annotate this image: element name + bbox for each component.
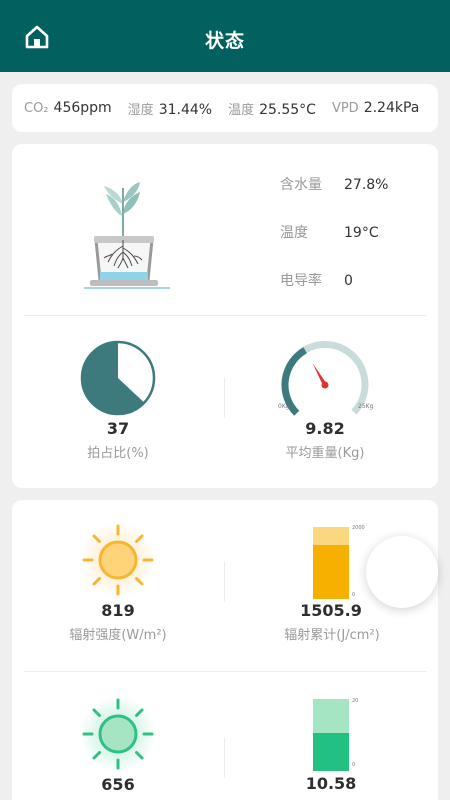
soil-ec-row: 电导率 0 xyxy=(280,270,353,290)
stat-co2: CO₂ 456ppm xyxy=(24,100,112,116)
divider xyxy=(224,562,225,602)
soil-moisture-row: 含水量 27.8% xyxy=(280,174,388,194)
stat-value: 31.44% xyxy=(158,101,213,118)
weight-gauge: 0Kg 25Kg xyxy=(278,340,374,416)
soil-ec-value: 0 xyxy=(344,273,353,289)
sun-icon xyxy=(80,522,156,598)
weight-value: 9.82 xyxy=(305,419,345,438)
soil-temperature-label: 温度 xyxy=(280,225,308,241)
bar-max-label: 2000 xyxy=(352,525,365,531)
soil-temperature-row: 温度 19°C xyxy=(280,222,379,242)
radiation-value: 819 xyxy=(101,601,135,620)
radiation-total-bar xyxy=(313,527,349,599)
par-total-value: 10.58 xyxy=(305,774,357,793)
radiation-card: 819 辐射强度(W/m²) 2000 0 1505.9 辐射累计(J/cm²) xyxy=(12,500,438,800)
gauge-min-label: 0Kg xyxy=(278,403,290,410)
page-title: 状态 xyxy=(204,30,245,52)
floating-action-button[interactable] xyxy=(366,536,438,608)
soil-moisture-value: 27.8% xyxy=(344,177,389,193)
soil-moisture-label: 含水量 xyxy=(280,177,322,193)
divider xyxy=(224,378,225,418)
par-total-bar-fill xyxy=(313,732,349,771)
par-value: 656 xyxy=(101,775,135,794)
bar-max-label: 20 xyxy=(352,698,359,704)
radiation-total-label: 辐射累计(J/cm²) xyxy=(284,628,380,643)
bar-min-label: 0 xyxy=(352,762,356,768)
stat-label: VPD xyxy=(331,101,359,116)
soil-status-card: 含水量 27.8% 温度 19°C 电导率 0 37 拍占比(%) 0Kg 25… xyxy=(12,144,438,488)
bar-min-label: 0 xyxy=(352,592,356,598)
soil-ec-label: 电导率 xyxy=(280,273,322,289)
par-sun-icon xyxy=(80,696,156,772)
environment-stats-card: CO₂ 456ppm 湿度 31.44% 温度 25.55°C VPD 2.24… xyxy=(12,84,438,132)
soil-temperature-value: 19°C xyxy=(344,225,379,241)
ratio-pie-chart xyxy=(80,340,156,416)
stat-vpd: VPD 2.24kPa xyxy=(332,100,419,116)
plant-pot-icon xyxy=(84,182,170,289)
par-total-bar xyxy=(313,699,349,771)
stat-label: 湿度 xyxy=(127,102,154,118)
ratio-label: 拍占比(%) xyxy=(87,446,149,461)
divider xyxy=(24,671,426,672)
stat-label: 温度 xyxy=(228,102,255,118)
stat-label: CO₂ xyxy=(24,101,49,116)
app-header: 状态 xyxy=(0,0,450,72)
radiation-total-bar-fill xyxy=(313,545,349,599)
divider xyxy=(224,738,225,778)
stat-value: 25.55°C xyxy=(259,101,316,118)
divider xyxy=(24,315,426,316)
ratio-value: 37 xyxy=(106,419,130,438)
radiation-label: 辐射强度(W/m²) xyxy=(69,628,167,643)
radiation-total-value: 1505.9 xyxy=(300,601,362,620)
stat-value: 456ppm xyxy=(53,100,112,116)
stat-humidity: 湿度 31.44% xyxy=(128,99,212,118)
weight-label: 平均重量(Kg) xyxy=(285,446,365,461)
gauge-max-label: 25Kg xyxy=(358,403,374,410)
stat-temperature: 温度 25.55°C xyxy=(228,99,316,118)
stat-value: 2.24kPa xyxy=(363,100,420,116)
